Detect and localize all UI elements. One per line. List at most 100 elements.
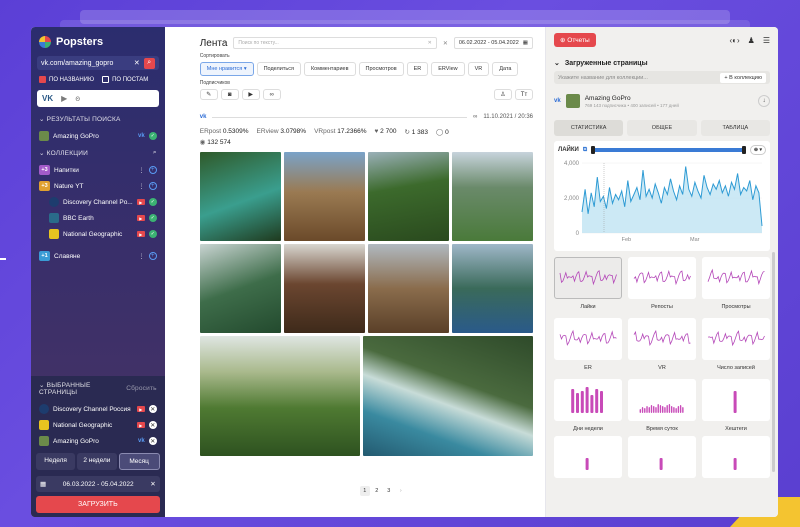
mini-chart-extra[interactable] (702, 436, 770, 478)
date-range-field[interactable]: ▦ 06.03.2022 - 05.04.2022 ✕ (36, 476, 160, 492)
selected-section-header[interactable]: ⌄ ВЫБРАННЫЕ СТРАНИЦЫ Сбросить (31, 376, 165, 401)
results-section-header[interactable]: ⌄ РЕЗУЛЬТАТЫ ПОИСКА (31, 110, 165, 128)
search-button[interactable]: ⌕ (143, 57, 155, 69)
page-1[interactable]: 1 (359, 486, 370, 496)
range-start-handle[interactable] (591, 146, 596, 154)
mini-chart-weekdays[interactable] (554, 379, 622, 421)
filter-by-posts[interactable]: ПО ПОСТАМ (102, 76, 148, 83)
ok-icon[interactable]: ꙩ (75, 94, 80, 103)
check-icon[interactable]: ✓ (148, 214, 157, 222)
sort-likes-dropdown[interactable]: Мне нравится ▾ (199, 62, 254, 76)
search-value[interactable]: vk.com/amazing_gopro (41, 60, 134, 67)
page-2[interactable]: 2 (372, 486, 382, 496)
next-page-icon[interactable]: › (396, 486, 406, 496)
vk-icon[interactable]: VK (42, 94, 53, 103)
mini-chart-extra[interactable] (554, 436, 622, 478)
remove-icon[interactable]: ✕ (148, 421, 157, 429)
mini-chart-views[interactable] (702, 257, 770, 299)
remove-icon[interactable]: ✕ (148, 437, 157, 445)
photo-hills[interactable] (199, 336, 360, 456)
link-icon[interactable]: ∞ (473, 114, 477, 120)
sort-er[interactable]: ER (406, 62, 429, 76)
photo-rock[interactable] (283, 152, 365, 241)
selected-page[interactable]: Discovery Channel Россия ▶ ✕ (31, 401, 165, 417)
clear-icon[interactable]: ✕ (150, 480, 155, 488)
photo-shore[interactable] (362, 336, 533, 456)
clear-date-icon[interactable]: ✕ (443, 40, 448, 47)
checkbox-icon[interactable] (102, 76, 110, 83)
mini-chart-extra[interactable] (628, 436, 696, 478)
more-icon[interactable]: ⋮ (138, 252, 145, 260)
more-icon[interactable]: ⋮ (138, 182, 145, 190)
video-icon[interactable]: ▶ (241, 89, 260, 100)
loaded-pages-header[interactable]: ⌄ Загруженные страницы (554, 59, 770, 68)
scrollbar[interactable] (772, 252, 775, 472)
sort-date[interactable]: Дата (492, 62, 519, 76)
sort-shares[interactable]: Поделиться (256, 62, 301, 76)
mini-chart-post-count[interactable] (702, 318, 770, 360)
menu-icon[interactable]: ☰ (763, 36, 770, 45)
collection-subitem[interactable]: BBC Earth ▶ ✓ (31, 210, 165, 226)
loaded-page-card[interactable]: vk Amazing GoPro 769 143 подписчика • 40… (554, 94, 770, 108)
collections-section-header[interactable]: ⌄ КОЛЛЕКЦИИ ⌕ (31, 144, 165, 162)
link-icon[interactable]: ∞ (262, 89, 281, 100)
collection-item[interactable]: +1 Славяне ⋮ + (31, 248, 165, 264)
photo-valley[interactable] (367, 152, 449, 241)
add-icon[interactable]: + (148, 182, 157, 190)
tab-general[interactable]: ОБЩЕЕ (627, 120, 697, 136)
chart-options-dropdown[interactable]: ⊕ ▾ (749, 145, 766, 155)
pen-icon[interactable]: ✎ (199, 89, 218, 100)
collection-subitem[interactable]: National Geographic ▶ ✓ (31, 226, 165, 242)
sort-views[interactable]: Просмотров (358, 62, 404, 76)
result-item[interactable]: Amazing GoPro vk ✓ (31, 128, 165, 144)
filter-by-name[interactable]: ПО НАЗВАНИЮ (39, 76, 94, 83)
add-icon[interactable]: + (148, 166, 157, 174)
mini-chart-reposts[interactable] (628, 257, 696, 299)
checkbox-icon[interactable] (39, 76, 46, 83)
selected-page[interactable]: National Geographic ▶ ✕ (31, 417, 165, 433)
photo-coast[interactable] (451, 244, 533, 333)
clear-icon[interactable]: ✕ (134, 59, 140, 67)
tab-table[interactable]: ТАБЛИЦА (700, 120, 770, 136)
period-month[interactable]: Месяц (118, 453, 160, 470)
period-week[interactable]: Неделя (36, 453, 76, 470)
user-icon[interactable]: ♟ (748, 36, 755, 45)
collection-name-input[interactable]: Укажите название для коллекции... + В ко… (554, 71, 770, 84)
user-icon[interactable]: ♙ (494, 89, 512, 100)
reset-button[interactable]: Сбросить (126, 385, 157, 392)
mini-chart-hashtags[interactable] (702, 379, 770, 421)
selected-page[interactable]: Amazing GoPro vk ✕ (31, 433, 165, 449)
feed-date-range[interactable]: 06.02.2022 - 05.04.2022 ▦ (453, 37, 533, 49)
collection-subitem[interactable]: Discovery Channel Po... ▶ ✓ (31, 194, 165, 210)
mini-chart-er[interactable] (554, 318, 622, 360)
sort-comments[interactable]: Комментариев (303, 62, 356, 76)
check-icon[interactable]: ✓ (148, 132, 157, 140)
load-button[interactable]: ЗАГРУЗИТЬ (36, 496, 160, 513)
sort-erview[interactable]: ERView (431, 62, 465, 76)
range-end-handle[interactable] (741, 146, 746, 154)
theme-toggle-icon[interactable]: ‹◐› (729, 36, 739, 45)
check-icon[interactable]: ✓ (148, 198, 157, 206)
youtube-icon[interactable]: ▶ (61, 94, 67, 103)
external-link-icon[interactable]: ⧉ (583, 147, 587, 154)
more-icon[interactable]: ⋮ (138, 166, 145, 174)
calendar-icon[interactable]: ▦ (40, 480, 46, 488)
feed-search-input[interactable]: Поиск по тексту... ✕ (233, 37, 437, 49)
photo-mountains[interactable] (451, 152, 533, 241)
text-format-icon[interactable]: Tт (515, 89, 533, 100)
mini-chart-vr[interactable] (628, 318, 696, 360)
photo-lake[interactable] (199, 152, 281, 241)
calendar-icon[interactable]: ▦ (523, 40, 528, 46)
period-two-weeks[interactable]: 2 недели (77, 453, 117, 470)
sort-vr[interactable]: VR (467, 62, 490, 76)
camera-icon[interactable]: ◙ (220, 89, 239, 100)
collection-item[interactable]: +3 Напитки ⋮ + (31, 162, 165, 178)
range-slider[interactable] (591, 146, 746, 154)
check-icon[interactable]: ✓ (148, 230, 157, 238)
add-to-collection-button[interactable]: + В коллекцию (720, 72, 766, 83)
mini-chart-time-of-day[interactable] (628, 379, 696, 421)
remove-icon[interactable]: ✕ (148, 405, 157, 413)
download-icon[interactable]: ↓ (758, 95, 770, 107)
reports-button[interactable]: ⊕ Отчеты (554, 33, 596, 47)
mini-chart-likes[interactable] (554, 257, 622, 299)
